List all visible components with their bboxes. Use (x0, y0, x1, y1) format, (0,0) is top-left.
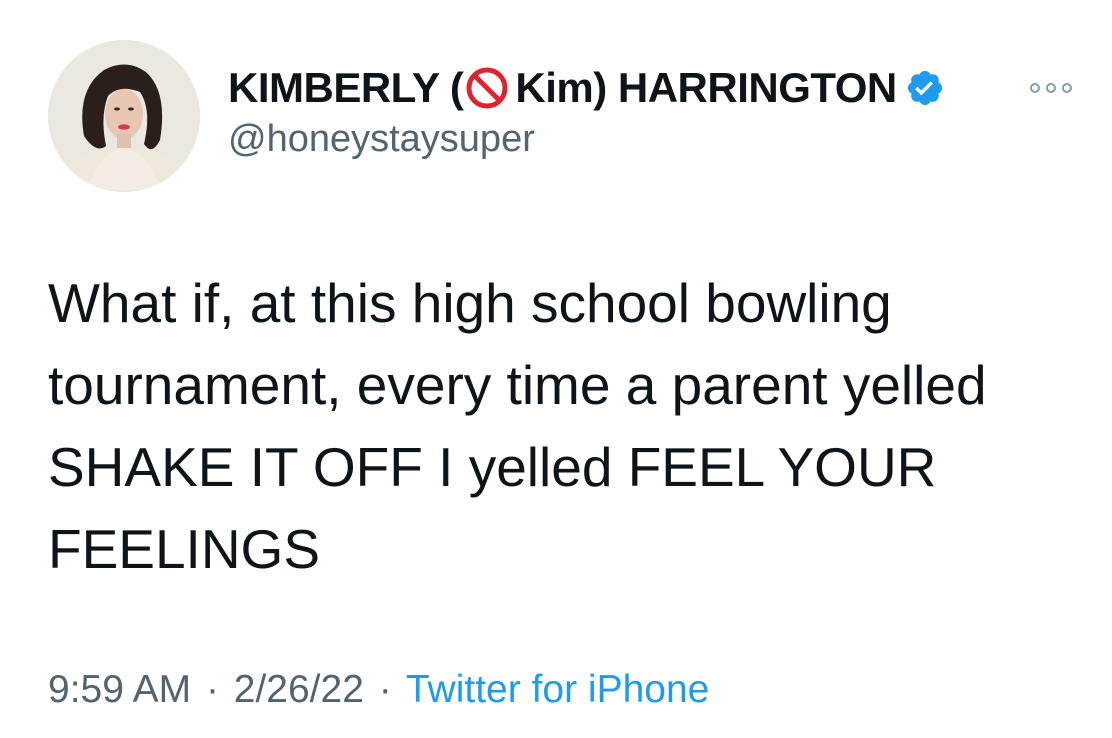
meta-separator: · (378, 668, 392, 711)
author-avatar[interactable] (48, 40, 200, 192)
author-display-name[interactable]: KIMBERLY ( Kim) HARRINGTON (228, 64, 897, 112)
more-options-icon[interactable] (1026, 78, 1076, 98)
tweet-time[interactable]: 9:59 AM (48, 668, 191, 711)
author-handle[interactable]: @honeystaysuper (228, 118, 535, 161)
tweet-source-link[interactable]: Twitter for iPhone (406, 668, 709, 711)
tweet-card: KIMBERLY ( Kim) HARRINGTON @honeystaysup… (0, 0, 1112, 738)
meta-separator: · (205, 668, 219, 711)
author-name-row[interactable]: KIMBERLY ( Kim) HARRINGTON (228, 62, 945, 114)
tweet-text: What if, at this high school bowling tou… (48, 272, 987, 580)
tweet-meta: 9:59 AM · 2/26/22 · Twitter for iPhone (48, 668, 709, 712)
tweet-date[interactable]: 2/26/22 (234, 668, 364, 711)
verified-badge-icon (905, 68, 945, 108)
author-name-prefix: KIMBERLY ( (228, 64, 464, 111)
avatar-photo (48, 40, 200, 192)
no-entry-icon (465, 66, 509, 110)
author-name-suffix: Kim) HARRINGTON (515, 64, 897, 111)
